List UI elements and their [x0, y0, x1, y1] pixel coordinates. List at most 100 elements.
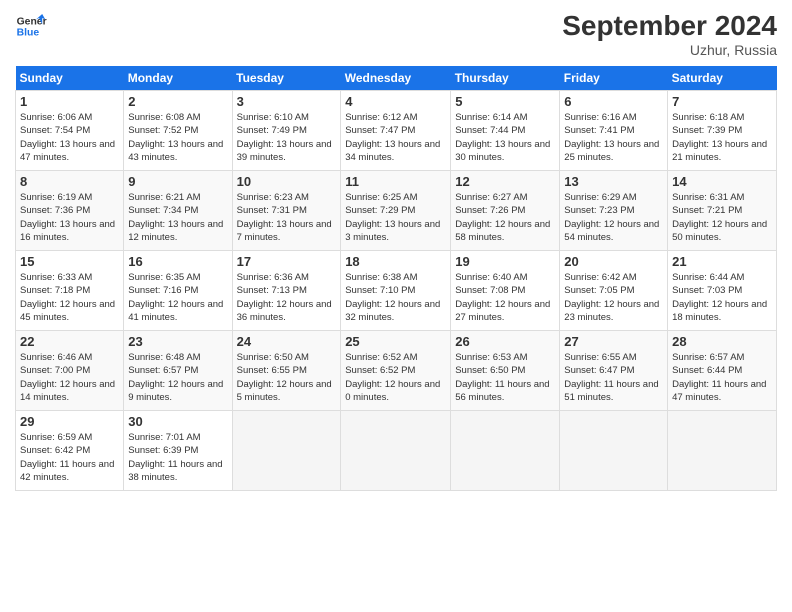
day-info: Sunrise: 6:53 AM Sunset: 6:50 PM Dayligh… [455, 351, 555, 404]
calendar-day [668, 411, 777, 491]
day-number: 29 [20, 414, 119, 429]
month-title: September 2024 [562, 10, 777, 42]
calendar-day: 20 Sunrise: 6:42 AM Sunset: 7:05 PM Dayl… [560, 251, 668, 331]
calendar-day: 9 Sunrise: 6:21 AM Sunset: 7:34 PM Dayli… [124, 171, 232, 251]
day-number: 19 [455, 254, 555, 269]
day-info: Sunrise: 6:27 AM Sunset: 7:26 PM Dayligh… [455, 191, 555, 244]
calendar-week-3: 22 Sunrise: 6:46 AM Sunset: 7:00 PM Dayl… [16, 331, 777, 411]
day-info: Sunrise: 6:52 AM Sunset: 6:52 PM Dayligh… [345, 351, 446, 404]
day-number: 11 [345, 174, 446, 189]
logo: General Blue [15, 10, 47, 42]
day-info: Sunrise: 6:31 AM Sunset: 7:21 PM Dayligh… [672, 191, 772, 244]
calendar-day: 4 Sunrise: 6:12 AM Sunset: 7:47 PM Dayli… [341, 91, 451, 171]
day-number: 23 [128, 334, 227, 349]
calendar-day: 12 Sunrise: 6:27 AM Sunset: 7:26 PM Dayl… [451, 171, 560, 251]
col-saturday: Saturday [668, 66, 777, 91]
day-info: Sunrise: 6:21 AM Sunset: 7:34 PM Dayligh… [128, 191, 227, 244]
day-number: 9 [128, 174, 227, 189]
calendar-day: 28 Sunrise: 6:57 AM Sunset: 6:44 PM Dayl… [668, 331, 777, 411]
col-wednesday: Wednesday [341, 66, 451, 91]
calendar-day: 5 Sunrise: 6:14 AM Sunset: 7:44 PM Dayli… [451, 91, 560, 171]
calendar-week-1: 8 Sunrise: 6:19 AM Sunset: 7:36 PM Dayli… [16, 171, 777, 251]
day-number: 15 [20, 254, 119, 269]
calendar-day: 18 Sunrise: 6:38 AM Sunset: 7:10 PM Dayl… [341, 251, 451, 331]
calendar-day: 29 Sunrise: 6:59 AM Sunset: 6:42 PM Dayl… [16, 411, 124, 491]
day-info: Sunrise: 6:42 AM Sunset: 7:05 PM Dayligh… [564, 271, 663, 324]
title-block: September 2024 Uzhur, Russia [562, 10, 777, 58]
day-number: 7 [672, 94, 772, 109]
day-number: 12 [455, 174, 555, 189]
day-number: 8 [20, 174, 119, 189]
day-number: 5 [455, 94, 555, 109]
day-info: Sunrise: 6:25 AM Sunset: 7:29 PM Dayligh… [345, 191, 446, 244]
day-info: Sunrise: 6:50 AM Sunset: 6:55 PM Dayligh… [237, 351, 337, 404]
day-number: 13 [564, 174, 663, 189]
day-info: Sunrise: 6:35 AM Sunset: 7:16 PM Dayligh… [128, 271, 227, 324]
calendar-day: 26 Sunrise: 6:53 AM Sunset: 6:50 PM Dayl… [451, 331, 560, 411]
day-info: Sunrise: 6:44 AM Sunset: 7:03 PM Dayligh… [672, 271, 772, 324]
day-number: 16 [128, 254, 227, 269]
calendar-day: 23 Sunrise: 6:48 AM Sunset: 6:57 PM Dayl… [124, 331, 232, 411]
svg-text:Blue: Blue [17, 28, 40, 39]
day-number: 3 [237, 94, 337, 109]
calendar-day: 1 Sunrise: 6:06 AM Sunset: 7:54 PM Dayli… [16, 91, 124, 171]
calendar-day: 19 Sunrise: 6:40 AM Sunset: 7:08 PM Dayl… [451, 251, 560, 331]
calendar-day: 10 Sunrise: 6:23 AM Sunset: 7:31 PM Dayl… [232, 171, 341, 251]
day-info: Sunrise: 6:06 AM Sunset: 7:54 PM Dayligh… [20, 111, 119, 164]
day-info: Sunrise: 6:46 AM Sunset: 7:00 PM Dayligh… [20, 351, 119, 404]
calendar-day: 16 Sunrise: 6:35 AM Sunset: 7:16 PM Dayl… [124, 251, 232, 331]
calendar-day: 2 Sunrise: 6:08 AM Sunset: 7:52 PM Dayli… [124, 91, 232, 171]
day-info: Sunrise: 6:40 AM Sunset: 7:08 PM Dayligh… [455, 271, 555, 324]
page-container: General Blue September 2024 Uzhur, Russi… [0, 0, 792, 501]
col-thursday: Thursday [451, 66, 560, 91]
calendar-day: 30 Sunrise: 7:01 AM Sunset: 6:39 PM Dayl… [124, 411, 232, 491]
col-tuesday: Tuesday [232, 66, 341, 91]
calendar-day: 11 Sunrise: 6:25 AM Sunset: 7:29 PM Dayl… [341, 171, 451, 251]
location: Uzhur, Russia [562, 42, 777, 58]
col-friday: Friday [560, 66, 668, 91]
logo-icon: General Blue [15, 10, 47, 42]
day-number: 4 [345, 94, 446, 109]
calendar-day: 17 Sunrise: 6:36 AM Sunset: 7:13 PM Dayl… [232, 251, 341, 331]
calendar-day: 22 Sunrise: 6:46 AM Sunset: 7:00 PM Dayl… [16, 331, 124, 411]
calendar-day: 7 Sunrise: 6:18 AM Sunset: 7:39 PM Dayli… [668, 91, 777, 171]
day-number: 26 [455, 334, 555, 349]
calendar-week-4: 29 Sunrise: 6:59 AM Sunset: 6:42 PM Dayl… [16, 411, 777, 491]
day-number: 25 [345, 334, 446, 349]
day-info: Sunrise: 6:29 AM Sunset: 7:23 PM Dayligh… [564, 191, 663, 244]
day-number: 24 [237, 334, 337, 349]
day-info: Sunrise: 6:19 AM Sunset: 7:36 PM Dayligh… [20, 191, 119, 244]
day-number: 30 [128, 414, 227, 429]
day-info: Sunrise: 6:57 AM Sunset: 6:44 PM Dayligh… [672, 351, 772, 404]
day-number: 21 [672, 254, 772, 269]
calendar-week-2: 15 Sunrise: 6:33 AM Sunset: 7:18 PM Dayl… [16, 251, 777, 331]
day-number: 6 [564, 94, 663, 109]
day-info: Sunrise: 6:10 AM Sunset: 7:49 PM Dayligh… [237, 111, 337, 164]
calendar-day [232, 411, 341, 491]
calendar-day: 8 Sunrise: 6:19 AM Sunset: 7:36 PM Dayli… [16, 171, 124, 251]
calendar-day: 15 Sunrise: 6:33 AM Sunset: 7:18 PM Dayl… [16, 251, 124, 331]
calendar-day: 6 Sunrise: 6:16 AM Sunset: 7:41 PM Dayli… [560, 91, 668, 171]
day-info: Sunrise: 6:12 AM Sunset: 7:47 PM Dayligh… [345, 111, 446, 164]
calendar-table: Sunday Monday Tuesday Wednesday Thursday… [15, 66, 777, 491]
day-info: Sunrise: 6:59 AM Sunset: 6:42 PM Dayligh… [20, 431, 119, 484]
calendar-day: 24 Sunrise: 6:50 AM Sunset: 6:55 PM Dayl… [232, 331, 341, 411]
day-number: 18 [345, 254, 446, 269]
day-info: Sunrise: 6:14 AM Sunset: 7:44 PM Dayligh… [455, 111, 555, 164]
day-number: 2 [128, 94, 227, 109]
col-monday: Monday [124, 66, 232, 91]
page-header: General Blue September 2024 Uzhur, Russi… [15, 10, 777, 58]
header-row: Sunday Monday Tuesday Wednesday Thursday… [16, 66, 777, 91]
calendar-day: 3 Sunrise: 6:10 AM Sunset: 7:49 PM Dayli… [232, 91, 341, 171]
calendar-day: 14 Sunrise: 6:31 AM Sunset: 7:21 PM Dayl… [668, 171, 777, 251]
calendar-day: 25 Sunrise: 6:52 AM Sunset: 6:52 PM Dayl… [341, 331, 451, 411]
day-info: Sunrise: 6:48 AM Sunset: 6:57 PM Dayligh… [128, 351, 227, 404]
day-number: 20 [564, 254, 663, 269]
calendar-day [341, 411, 451, 491]
calendar-day: 27 Sunrise: 6:55 AM Sunset: 6:47 PM Dayl… [560, 331, 668, 411]
col-sunday: Sunday [16, 66, 124, 91]
day-info: Sunrise: 6:33 AM Sunset: 7:18 PM Dayligh… [20, 271, 119, 324]
calendar-week-0: 1 Sunrise: 6:06 AM Sunset: 7:54 PM Dayli… [16, 91, 777, 171]
calendar-day [451, 411, 560, 491]
day-info: Sunrise: 6:55 AM Sunset: 6:47 PM Dayligh… [564, 351, 663, 404]
